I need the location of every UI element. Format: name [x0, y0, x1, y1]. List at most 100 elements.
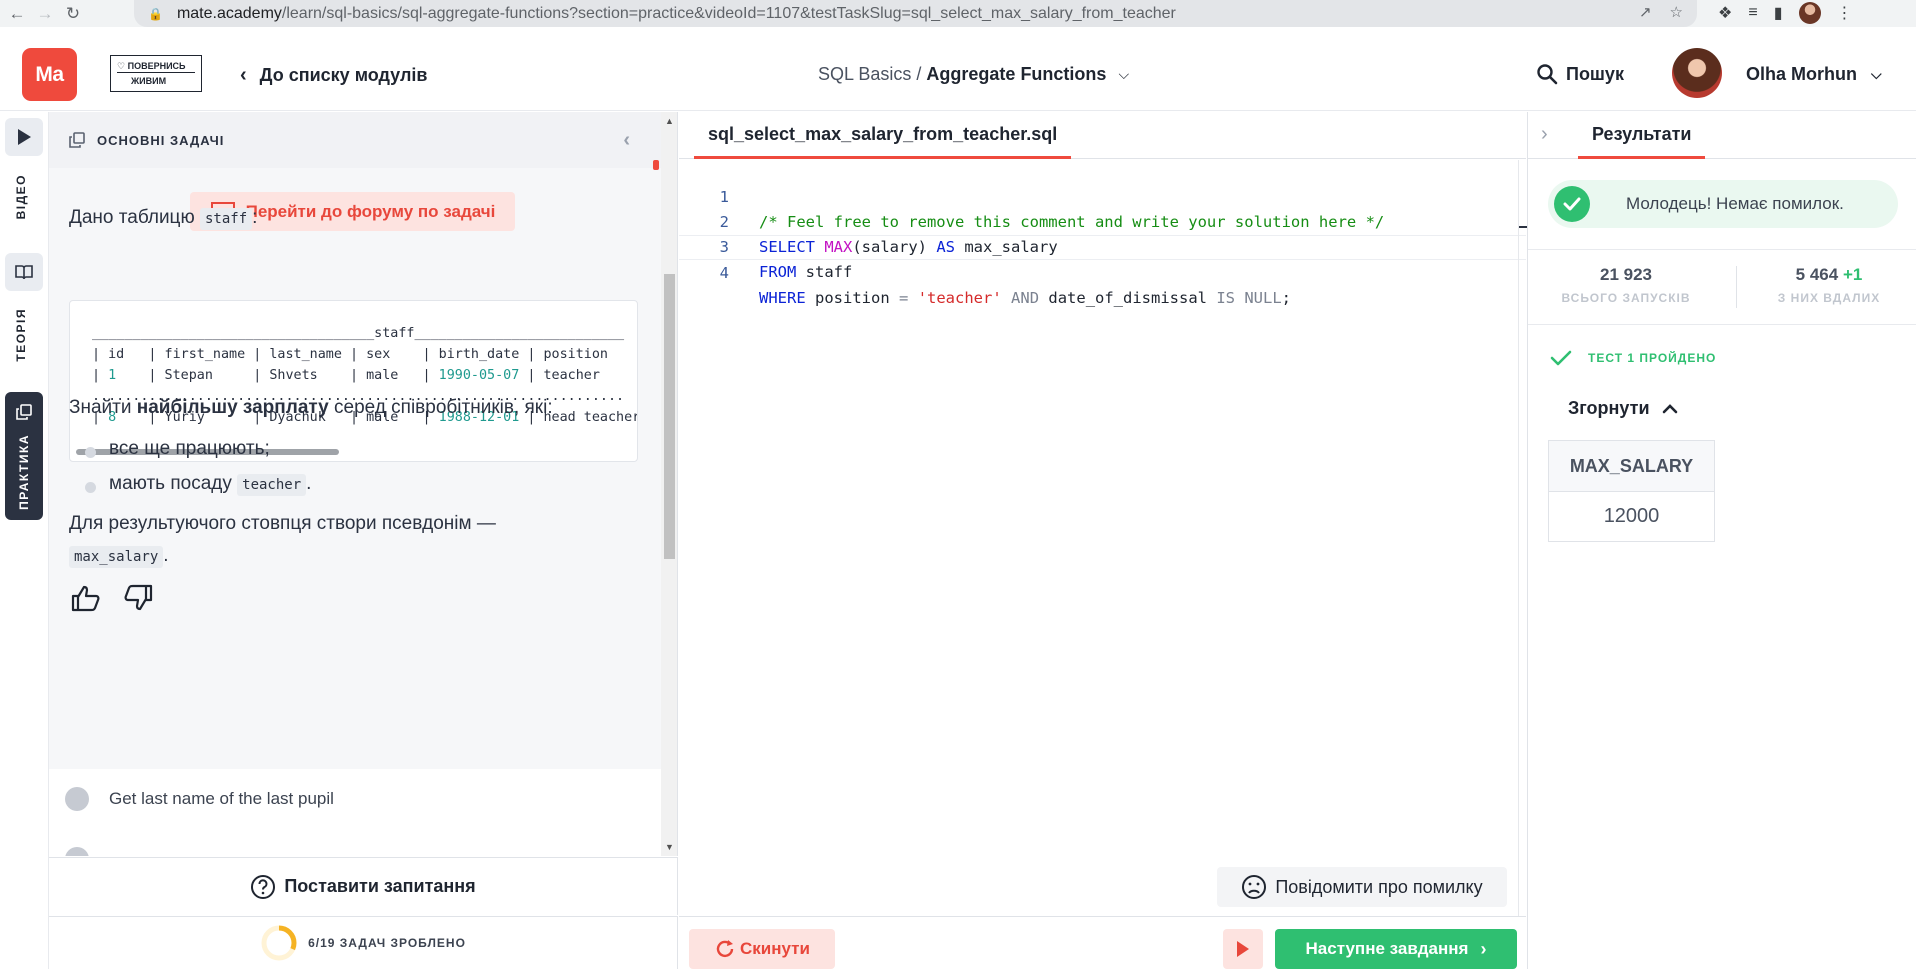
- stat-value: 5 464: [1795, 265, 1839, 284]
- chevron-down-icon: ⌵: [1118, 66, 1130, 82]
- editor-footer: Скинути Наступне завдання ›: [679, 916, 1526, 969]
- play-icon: [1237, 941, 1249, 957]
- ascii-cell: | teacher: [519, 368, 600, 383]
- user-name: Olha Morhun: [1746, 64, 1857, 84]
- video-tab-button[interactable]: [5, 118, 43, 156]
- task-goal-text: Знайти: [69, 397, 137, 418]
- chevron-right-icon[interactable]: ›: [1541, 123, 1548, 146]
- user-menu[interactable]: Olha Morhun ⌵: [1746, 64, 1882, 85]
- sidepanel-icon[interactable]: ▮: [1774, 3, 1783, 23]
- next-task-button[interactable]: Наступне завдання ›: [1275, 929, 1517, 969]
- vertical-scrollbar[interactable]: ▲ ▼: [661, 112, 677, 856]
- tab-results[interactable]: Результати: [1578, 112, 1706, 159]
- search-button[interactable]: Пошук: [1536, 63, 1624, 85]
- task-intro-text: Дано таблицю: [69, 207, 195, 228]
- run-button[interactable]: [1223, 929, 1263, 969]
- promo-line-2: ЖИВИМ: [131, 76, 167, 86]
- table-header-row: MAX_SALARY: [1548, 440, 1715, 492]
- task-list-item[interactable]: Get last name of the last pupil: [65, 787, 334, 811]
- collapse-panel-icon[interactable]: ‹: [623, 129, 631, 152]
- test-result-label: ТЕСТ 1 ПРОЙДЕНО: [1588, 351, 1717, 365]
- heart-icon: ♡: [117, 61, 126, 71]
- scroll-up-icon[interactable]: ▲: [665, 116, 674, 126]
- list-item-text: мають посаду: [109, 473, 232, 494]
- thumbs-down-icon[interactable]: [123, 584, 153, 612]
- results-panel: › Результати Молодець! Немає помилок. 21…: [1527, 112, 1916, 969]
- task-status-dot[interactable]: [65, 847, 89, 856]
- code-line[interactable]: 1 /* Feel free to remove this comment an…: [679, 160, 1526, 231]
- code-line-active[interactable]: 4 WHERE position = 'teacher' AND date_of…: [679, 235, 1526, 307]
- practice-tab-button[interactable]: ПРАКТИКА: [5, 392, 43, 520]
- list-item: мають посаду teacher.: [85, 473, 311, 508]
- browser-menu-icon[interactable]: ⋮: [1837, 3, 1853, 23]
- inline-code: max_salary: [69, 546, 164, 568]
- report-bug-button[interactable]: Повідомити про помилку: [1217, 867, 1507, 907]
- scroll-position-marker: [653, 160, 659, 170]
- task-alias-text: Для результуючого стовпця створи псевдон…: [69, 513, 496, 534]
- reset-icon: [716, 940, 734, 958]
- rail-label-theory[interactable]: ТЕОРІЯ: [14, 308, 28, 362]
- collapse-label: Згорнути: [1568, 398, 1650, 418]
- editor-tab-bar: sql_select_max_salary_from_teacher.sql: [679, 112, 1526, 159]
- stat-value: 21 923: [1600, 265, 1652, 284]
- scrollbar-thumb[interactable]: [664, 274, 675, 559]
- reload-icon[interactable]: ↻: [62, 3, 84, 25]
- bookmark-star-icon[interactable]: ☆: [1670, 3, 1683, 21]
- section-rail: ВІДЕО ТЕОРІЯ ПРАКТИКА: [0, 112, 49, 969]
- list-item-text: все ще працюють;: [109, 438, 270, 459]
- course-module-selector[interactable]: SQL Basics / Aggregate Functions ⌵: [818, 64, 1129, 85]
- ask-question-button[interactable]: Поставити запитання: [49, 857, 678, 915]
- app-header: Ma ♡ ПОВЕРНИСЬ ЖИВИМ ‹ До списку модулів…: [0, 27, 1916, 111]
- back-arrow-icon[interactable]: ←: [6, 3, 28, 25]
- stat-successful-runs: 5 464 +1 З НИХ ВДАЛИХ: [1739, 265, 1916, 305]
- back-to-modules-link[interactable]: ‹ До списку модулів: [240, 64, 427, 87]
- task-alias: Для результуючого стовпця створи псевдон…: [69, 508, 609, 573]
- browser-profile-avatar[interactable]: [1798, 2, 1821, 24]
- rail-label-video[interactable]: ВІДЕО: [14, 174, 28, 219]
- lock-icon: 🔒: [148, 6, 163, 21]
- reset-button[interactable]: Скинути: [689, 929, 835, 969]
- stat-delta: +1: [1842, 265, 1863, 284]
- ascii-cell: 1990-05-07: [438, 368, 520, 383]
- code-line[interactable]: 2 SELECT MAX(salary) AS max_salary: [679, 185, 1526, 256]
- scroll-down-icon[interactable]: ▼: [665, 842, 674, 852]
- forward-arrow-icon[interactable]: →: [34, 3, 56, 25]
- share-icon[interactable]: ↗: [1639, 3, 1652, 21]
- thumbs-up-icon[interactable]: [71, 584, 101, 612]
- code-editor[interactable]: 1 /* Feel free to remove this comment an…: [679, 160, 1526, 856]
- extensions-puzzle-icon[interactable]: ❖: [1718, 3, 1732, 23]
- table-cell: 12000: [1548, 491, 1715, 542]
- sad-face-icon: [1242, 875, 1267, 899]
- reset-label: Скинути: [740, 939, 810, 958]
- chevron-down-icon: ⌵: [1871, 66, 1882, 82]
- task-alias-tail: .: [163, 545, 169, 566]
- task-intro: Дано таблицю staff:: [69, 207, 257, 230]
- tab-solution-file[interactable]: sql_select_max_salary_from_teacher.sql: [694, 112, 1072, 159]
- address-bar[interactable]: 🔒 mate.academy/learn/sql-basics/sql-aggr…: [134, 0, 1697, 27]
- result-table: MAX_SALARY 12000: [1548, 440, 1715, 542]
- logo[interactable]: Ma: [22, 48, 77, 101]
- collapse-results-button[interactable]: Згорнути: [1568, 398, 1678, 419]
- inline-code: staff: [199, 208, 253, 230]
- chevron-left-icon: ‹: [240, 64, 247, 86]
- ask-question-label: Поставити запитання: [284, 876, 476, 896]
- ascii-cell: 1: [108, 368, 117, 383]
- theory-tab-button[interactable]: [5, 253, 43, 291]
- url-host: mate.academy: [176, 4, 282, 22]
- media-queue-icon[interactable]: ≡: [1748, 4, 1757, 22]
- code-line[interactable]: 3 FROM staff: [679, 210, 1526, 281]
- checkmark-icon: [1550, 350, 1572, 366]
- avatar[interactable]: [1672, 48, 1722, 98]
- copy-icon: [69, 132, 85, 148]
- code-token: IS NULL: [1216, 289, 1282, 307]
- ascii-cell: | Stepan | Shvets | male |: [116, 368, 439, 383]
- play-icon: [18, 129, 31, 145]
- report-bug-label: Повідомити про помилку: [1275, 876, 1483, 897]
- code-token: staff: [796, 263, 853, 281]
- promo-badge[interactable]: ♡ ПОВЕРНИСЬ ЖИВИМ: [110, 55, 202, 92]
- back-link-label: До списку модулів: [259, 65, 428, 85]
- test-result: ТЕСТ 1 ПРОЙДЕНО: [1550, 350, 1716, 366]
- next-task-label: Наступне завдання: [1305, 939, 1469, 958]
